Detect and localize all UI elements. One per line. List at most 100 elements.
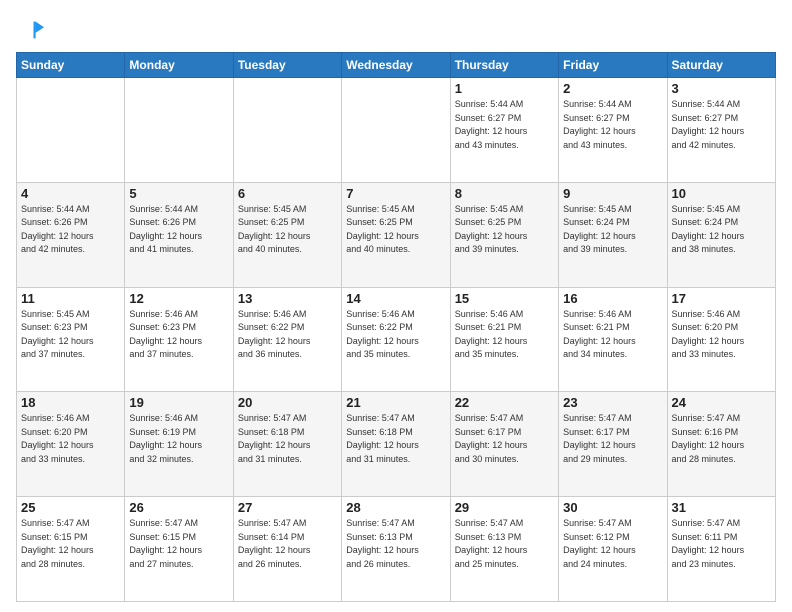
day-info: Sunrise: 5:46 AM Sunset: 6:21 PM Dayligh…	[455, 308, 554, 362]
calendar-table: SundayMondayTuesdayWednesdayThursdayFrid…	[16, 52, 776, 602]
day-cell: 7 Sunrise: 5:45 AM Sunset: 6:25 PM Daylig…	[342, 182, 450, 287]
day-cell: 3 Sunrise: 5:44 AM Sunset: 6:27 PM Daylig…	[667, 78, 775, 183]
day-cell: 11 Sunrise: 5:45 AM Sunset: 6:23 PM Dayli…	[17, 287, 125, 392]
day-info: Sunrise: 5:46 AM Sunset: 6:22 PM Dayligh…	[346, 308, 445, 362]
day-number: 14	[346, 291, 445, 306]
day-cell: 13 Sunrise: 5:46 AM Sunset: 6:22 PM Dayli…	[233, 287, 341, 392]
day-info: Sunrise: 5:46 AM Sunset: 6:22 PM Dayligh…	[238, 308, 337, 362]
day-cell: 1 Sunrise: 5:44 AM Sunset: 6:27 PM Daylig…	[450, 78, 558, 183]
day-cell: 31 Sunrise: 5:47 AM Sunset: 6:11 PM Dayli…	[667, 497, 775, 602]
day-cell: 27 Sunrise: 5:47 AM Sunset: 6:14 PM Dayli…	[233, 497, 341, 602]
day-cell: 23 Sunrise: 5:47 AM Sunset: 6:17 PM Dayli…	[559, 392, 667, 497]
day-info: Sunrise: 5:45 AM Sunset: 6:25 PM Dayligh…	[238, 203, 337, 257]
day-cell: 30 Sunrise: 5:47 AM Sunset: 6:12 PM Dayli…	[559, 497, 667, 602]
day-cell	[17, 78, 125, 183]
day-info: Sunrise: 5:47 AM Sunset: 6:15 PM Dayligh…	[21, 517, 120, 571]
day-info: Sunrise: 5:47 AM Sunset: 6:18 PM Dayligh…	[346, 412, 445, 466]
day-info: Sunrise: 5:47 AM Sunset: 6:14 PM Dayligh…	[238, 517, 337, 571]
day-info: Sunrise: 5:47 AM Sunset: 6:13 PM Dayligh…	[346, 517, 445, 571]
day-info: Sunrise: 5:47 AM Sunset: 6:11 PM Dayligh…	[672, 517, 771, 571]
day-number: 21	[346, 395, 445, 410]
day-number: 2	[563, 81, 662, 96]
week-row-4: 18Sunrise: 5:46 AM Sunset: 6:20 PM Dayli…	[17, 392, 776, 497]
week-row-3: 11 Sunrise: 5:45 AM Sunset: 6:23 PM Dayli…	[17, 287, 776, 392]
day-info: Sunrise: 5:46 AM Sunset: 6:21 PM Dayligh…	[563, 308, 662, 362]
day-cell: 25 Sunrise: 5:47 AM Sunset: 6:15 PM Dayli…	[17, 497, 125, 602]
day-info: Sunrise: 5:47 AM Sunset: 6:17 PM Dayligh…	[563, 412, 662, 466]
week-row-5: 25 Sunrise: 5:47 AM Sunset: 6:15 PM Dayli…	[17, 497, 776, 602]
weekday-monday: Monday	[125, 53, 233, 78]
day-cell: 5Sunrise: 5:44 AM Sunset: 6:26 PM Daylig…	[125, 182, 233, 287]
day-number: 23	[563, 395, 662, 410]
day-cell: 4 Sunrise: 5:44 AM Sunset: 6:26 PM Daylig…	[17, 182, 125, 287]
day-info: Sunrise: 5:47 AM Sunset: 6:16 PM Dayligh…	[672, 412, 771, 466]
day-info: Sunrise: 5:45 AM Sunset: 6:23 PM Dayligh…	[21, 308, 120, 362]
logo-icon	[16, 16, 44, 44]
day-info: Sunrise: 5:46 AM Sunset: 6:23 PM Dayligh…	[129, 308, 228, 362]
day-cell: 10 Sunrise: 5:45 AM Sunset: 6:24 PM Dayli…	[667, 182, 775, 287]
weekday-friday: Friday	[559, 53, 667, 78]
day-number: 15	[455, 291, 554, 306]
weekday-thursday: Thursday	[450, 53, 558, 78]
day-number: 17	[672, 291, 771, 306]
day-number: 6	[238, 186, 337, 201]
day-number: 24	[672, 395, 771, 410]
day-info: Sunrise: 5:47 AM Sunset: 6:15 PM Dayligh…	[129, 517, 228, 571]
day-number: 13	[238, 291, 337, 306]
day-number: 30	[563, 500, 662, 515]
day-info: Sunrise: 5:44 AM Sunset: 6:26 PM Dayligh…	[129, 203, 228, 257]
day-number: 7	[346, 186, 445, 201]
day-info: Sunrise: 5:44 AM Sunset: 6:27 PM Dayligh…	[563, 98, 662, 152]
weekday-sunday: Sunday	[17, 53, 125, 78]
day-number: 25	[21, 500, 120, 515]
day-cell: 28 Sunrise: 5:47 AM Sunset: 6:13 PM Dayli…	[342, 497, 450, 602]
day-info: Sunrise: 5:46 AM Sunset: 6:20 PM Dayligh…	[21, 412, 120, 466]
day-cell: 8Sunrise: 5:45 AM Sunset: 6:25 PM Daylig…	[450, 182, 558, 287]
weekday-saturday: Saturday	[667, 53, 775, 78]
day-cell: 21 Sunrise: 5:47 AM Sunset: 6:18 PM Dayli…	[342, 392, 450, 497]
day-number: 1	[455, 81, 554, 96]
day-number: 9	[563, 186, 662, 201]
day-cell: 24 Sunrise: 5:47 AM Sunset: 6:16 PM Dayli…	[667, 392, 775, 497]
day-cell: 19 Sunrise: 5:46 AM Sunset: 6:19 PM Dayli…	[125, 392, 233, 497]
day-number: 4	[21, 186, 120, 201]
day-cell: 26 Sunrise: 5:47 AM Sunset: 6:15 PM Dayli…	[125, 497, 233, 602]
day-cell	[233, 78, 341, 183]
day-number: 27	[238, 500, 337, 515]
day-info: Sunrise: 5:44 AM Sunset: 6:27 PM Dayligh…	[672, 98, 771, 152]
day-number: 31	[672, 500, 771, 515]
day-cell: 9Sunrise: 5:45 AM Sunset: 6:24 PM Daylig…	[559, 182, 667, 287]
weekday-tuesday: Tuesday	[233, 53, 341, 78]
day-number: 20	[238, 395, 337, 410]
day-cell: 12 Sunrise: 5:46 AM Sunset: 6:23 PM Dayli…	[125, 287, 233, 392]
day-number: 10	[672, 186, 771, 201]
week-row-1: 1 Sunrise: 5:44 AM Sunset: 6:27 PM Daylig…	[17, 78, 776, 183]
day-info: Sunrise: 5:47 AM Sunset: 6:12 PM Dayligh…	[563, 517, 662, 571]
day-number: 29	[455, 500, 554, 515]
header	[16, 16, 776, 44]
day-number: 11	[21, 291, 120, 306]
day-number: 12	[129, 291, 228, 306]
day-info: Sunrise: 5:44 AM Sunset: 6:27 PM Dayligh…	[455, 98, 554, 152]
day-number: 16	[563, 291, 662, 306]
day-number: 3	[672, 81, 771, 96]
day-cell: 14 Sunrise: 5:46 AM Sunset: 6:22 PM Dayli…	[342, 287, 450, 392]
page: SundayMondayTuesdayWednesdayThursdayFrid…	[0, 0, 792, 612]
day-info: Sunrise: 5:45 AM Sunset: 6:24 PM Dayligh…	[672, 203, 771, 257]
day-info: Sunrise: 5:47 AM Sunset: 6:18 PM Dayligh…	[238, 412, 337, 466]
day-number: 22	[455, 395, 554, 410]
day-cell: 2 Sunrise: 5:44 AM Sunset: 6:27 PM Daylig…	[559, 78, 667, 183]
day-info: Sunrise: 5:46 AM Sunset: 6:19 PM Dayligh…	[129, 412, 228, 466]
day-number: 26	[129, 500, 228, 515]
day-cell: 15 Sunrise: 5:46 AM Sunset: 6:21 PM Dayli…	[450, 287, 558, 392]
day-info: Sunrise: 5:44 AM Sunset: 6:26 PM Dayligh…	[21, 203, 120, 257]
weekday-header-row: SundayMondayTuesdayWednesdayThursdayFrid…	[17, 53, 776, 78]
day-cell: 29 Sunrise: 5:47 AM Sunset: 6:13 PM Dayli…	[450, 497, 558, 602]
day-cell: 6 Sunrise: 5:45 AM Sunset: 6:25 PM Daylig…	[233, 182, 341, 287]
day-number: 28	[346, 500, 445, 515]
day-number: 19	[129, 395, 228, 410]
day-info: Sunrise: 5:45 AM Sunset: 6:25 PM Dayligh…	[346, 203, 445, 257]
day-info: Sunrise: 5:47 AM Sunset: 6:13 PM Dayligh…	[455, 517, 554, 571]
logo	[16, 16, 48, 44]
weekday-wednesday: Wednesday	[342, 53, 450, 78]
